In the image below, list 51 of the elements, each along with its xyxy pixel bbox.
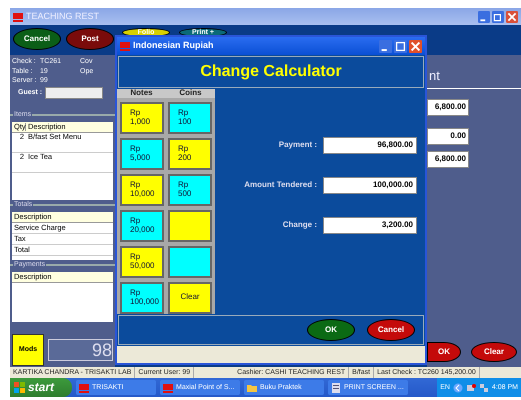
start-button[interactable]: start xyxy=(10,378,72,397)
denomination-key[interactable] xyxy=(168,246,212,278)
cancel-button[interactable]: Cancel xyxy=(13,28,61,50)
restore-icon[interactable] xyxy=(492,10,504,22)
column-header: Notes xyxy=(129,89,154,98)
amount-field[interactable]: 3,200.00 xyxy=(323,217,417,234)
windows-flag-icon xyxy=(14,382,25,393)
minimize-icon[interactable] xyxy=(478,10,490,22)
close-icon[interactable] xyxy=(506,10,518,22)
tray-icon xyxy=(466,382,476,392)
logo-icon xyxy=(13,12,23,22)
denomination-key[interactable]: Rp 50,000 xyxy=(120,246,164,278)
value-field: 0.00 xyxy=(427,128,469,145)
denomination-key[interactable]: Rp 200 xyxy=(168,138,212,170)
dialog-heading: Change Calculator xyxy=(118,56,424,88)
denomination-key[interactable]: Rp 5,000 xyxy=(120,138,164,170)
field-label: Change : xyxy=(282,221,317,230)
field-label: Payment : xyxy=(278,141,317,150)
denomination-key[interactable]: Rp 100,000 xyxy=(120,282,164,314)
logo-icon xyxy=(120,41,130,51)
post-button[interactable]: Post xyxy=(66,28,114,50)
guest-field[interactable] xyxy=(45,87,104,100)
denomination-key[interactable]: Rp 20,000 xyxy=(120,210,164,242)
value-field: 6,800.00 xyxy=(427,99,469,116)
denomination-key[interactable]: Clear xyxy=(168,282,212,314)
chevron-icon xyxy=(452,382,463,392)
close-icon[interactable] xyxy=(409,40,422,52)
amount-field[interactable]: 96,800.00 xyxy=(323,137,417,154)
folder-icon xyxy=(247,382,257,392)
denomination-key[interactable]: Rp 1,000 xyxy=(120,102,164,134)
logo-icon xyxy=(163,382,173,392)
document-icon xyxy=(331,382,341,392)
minimize-icon[interactable] xyxy=(379,40,392,52)
column-header: Coins xyxy=(178,89,203,98)
amount-field[interactable]: 100,000.00 xyxy=(323,177,417,194)
window-title: TEACHING REST xyxy=(26,12,100,22)
dialog-title: Indonesian Rupiah xyxy=(133,41,214,51)
denomination-key[interactable] xyxy=(168,210,212,242)
denomination-key[interactable]: Rp 10,000 xyxy=(120,174,164,206)
ok-button[interactable]: OK xyxy=(427,342,461,362)
ok-button[interactable]: OK xyxy=(307,319,355,341)
denomination-key[interactable]: Rp 100 xyxy=(168,102,212,134)
denomination-key[interactable]: Rp 500 xyxy=(168,174,212,206)
network-icon xyxy=(478,382,489,392)
cancel-button[interactable]: Cancel xyxy=(367,319,415,341)
field-label: Amount Tendered : xyxy=(244,181,317,190)
value-field: 6,800.00 xyxy=(427,151,469,168)
amount-display: 98 xyxy=(48,339,113,361)
clear-button[interactable]: Clear xyxy=(471,342,517,362)
maximize-icon[interactable] xyxy=(394,40,407,52)
logo-icon xyxy=(79,382,89,392)
